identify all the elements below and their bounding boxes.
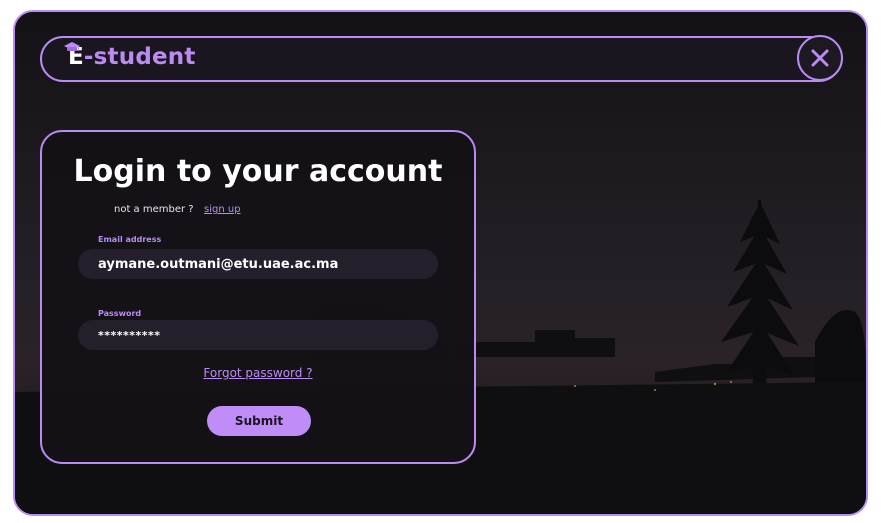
not-member-text: not a member ? [114,204,194,215]
password-label: Password [98,309,142,318]
email-field[interactable] [78,249,438,279]
signup-link[interactable]: sign up [204,204,241,215]
password-field[interactable] [78,320,438,350]
close-button[interactable] [797,35,843,81]
app-window: E-student Login to your account not a me… [13,10,868,516]
app-logo: E-student [64,42,196,70]
close-icon [811,49,829,67]
login-title: Login to your account [73,154,443,189]
top-bar: E-student [40,35,843,82]
forgot-password-link[interactable]: Forgot password ? [42,366,474,380]
graduation-cap-icon [64,42,80,51]
brand-suffix: -student [83,44,196,70]
submit-button[interactable]: Submit [207,406,311,436]
login-card: Login to your account not a member ? sig… [40,130,476,464]
email-label: Email address [98,235,162,244]
